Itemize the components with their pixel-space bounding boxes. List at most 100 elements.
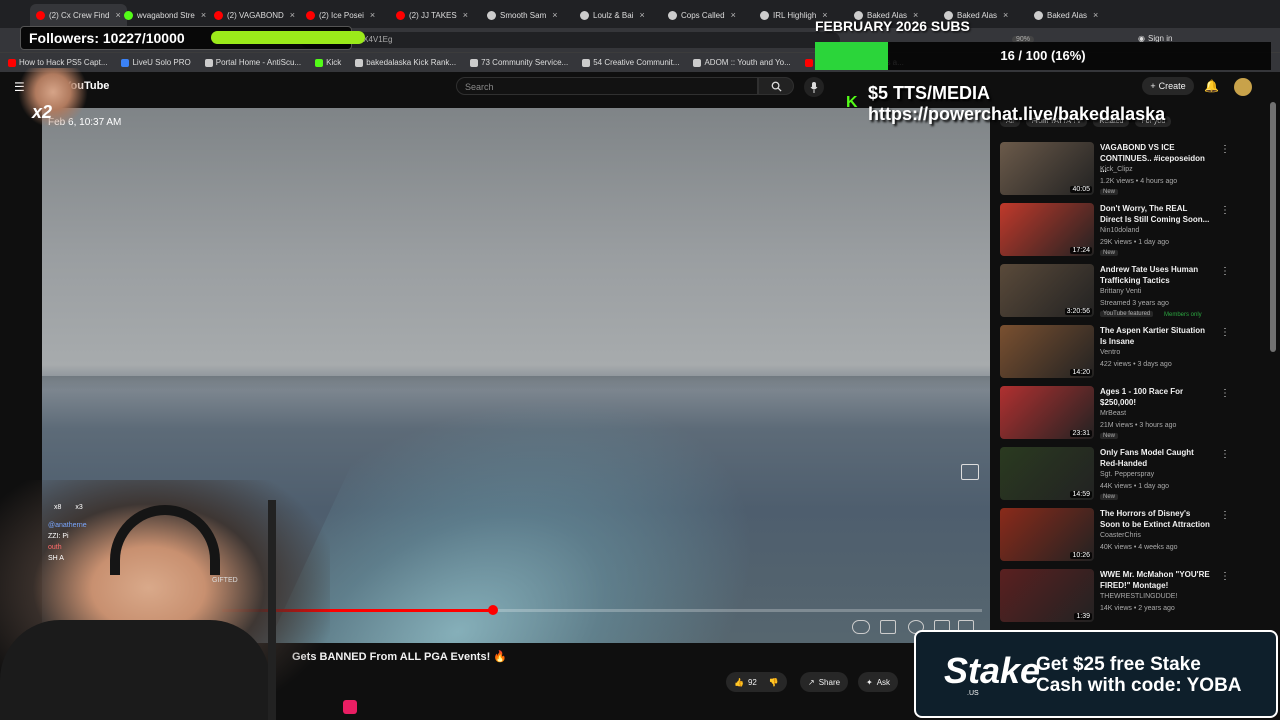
video-thumbnail[interactable]: 3:20:56 [1000, 264, 1094, 317]
search-input[interactable]: Search [456, 77, 758, 95]
recommended-video[interactable]: 3:20:56 Andrew Tate Uses Human Traffickin… [1000, 264, 1260, 320]
bookmark-label: 54 Creative Communit... [593, 58, 680, 67]
tab-label: Smooth Sam [500, 10, 547, 20]
video-thumbnail[interactable]: 14:20 [1000, 325, 1094, 378]
emote-count: x3 [75, 504, 83, 511]
recommended-video[interactable]: 23:31 Ages 1 - 100 Race For $250,000! MrBe… [1000, 386, 1260, 442]
bookmark-label: Portal Home - AntiScu... [215, 58, 302, 67]
bookmark-label: bakedalaska Kick Rank... [366, 58, 457, 67]
tab-favicon-icon [668, 10, 677, 20]
browser-tab[interactable]: Baked Alas × [1034, 4, 1098, 26]
emote-counts: x8 x3 [54, 504, 83, 511]
page-scrollbar[interactable] [1270, 102, 1276, 352]
bookmark-item[interactable]: 73 Community Service... [470, 58, 568, 67]
close-tab-icon[interactable]: × [290, 10, 295, 20]
video-meta: 422 views • 3 days ago [1100, 361, 1172, 368]
browser-tab[interactable]: Smooth Sam × [487, 4, 558, 26]
video-meta: 44K views • 1 day ago [1100, 483, 1169, 490]
video-thumbnail[interactable]: 1:39 [1000, 569, 1094, 622]
captions-icon[interactable] [880, 620, 896, 634]
more-options-icon[interactable]: ⋮ [1220, 571, 1230, 582]
browser-tab[interactable]: wvagabond Stre × [124, 4, 206, 26]
more-options-icon[interactable]: ⋮ [1220, 510, 1230, 521]
followers-progress-bar [211, 31, 365, 44]
bookmark-item[interactable]: ADOM :: Youth and Yo... [693, 58, 791, 67]
recommended-video[interactable]: 40:05 VAGABOND VS ICE CONTINUES.. #icepos… [1000, 142, 1260, 198]
video-thumbnail[interactable]: 23:31 [1000, 386, 1094, 439]
notifications-button[interactable]: 🔔 [1204, 79, 1219, 93]
recommended-video[interactable]: 10:26 The Horrors of Disney's Soon to be … [1000, 508, 1260, 564]
close-tab-icon[interactable]: × [1003, 10, 1008, 20]
browser-tab[interactable]: Loulz & Bai × [580, 4, 645, 26]
close-tab-icon[interactable]: × [370, 10, 375, 20]
recommended-video[interactable]: 17:24 Don't Worry, The REAL Direct Is Sti… [1000, 203, 1260, 259]
video-progress-bar[interactable] [222, 609, 982, 612]
recommended-video-title[interactable]: Don't Worry, The REAL Direct Is Still Co… [1100, 203, 1212, 225]
video-duration: 1:39 [1074, 613, 1092, 620]
recommended-video-title[interactable]: Only Fans Model Caught Red-Handed [1100, 447, 1212, 469]
more-options-icon[interactable]: ⋮ [1220, 388, 1230, 399]
tab-label: (2) Cx Crew Find [49, 10, 110, 20]
recommended-video[interactable]: 1:39 WWE Mr. McMahon "YOU'RE FIRED!" Mont… [1000, 569, 1260, 625]
channel-name[interactable]: Sgt. Pepperspray [1100, 471, 1154, 478]
more-options-icon[interactable]: ⋮ [1220, 266, 1230, 277]
channel-name[interactable]: THEWRESTLINGDUDE! [1100, 593, 1177, 600]
search-button[interactable] [758, 77, 794, 95]
recommended-video-title[interactable]: The Horrors of Disney's Soon to be Extin… [1100, 508, 1212, 530]
ask-button[interactable]: ✦ Ask [858, 672, 899, 692]
bookmark-item[interactable]: Portal Home - AntiScu... [204, 58, 302, 67]
video-thumbnail[interactable]: 17:24 [1000, 203, 1094, 256]
video-thumbnail[interactable]: 10:26 [1000, 508, 1094, 561]
autoplay-toggle[interactable] [852, 620, 870, 634]
close-tab-icon[interactable]: × [731, 10, 736, 20]
close-tab-icon[interactable]: × [115, 10, 120, 20]
create-button[interactable]: + Create [1142, 77, 1194, 95]
close-tab-icon[interactable]: × [201, 10, 206, 20]
video-meta: Streamed 3 years ago [1100, 300, 1169, 307]
browser-tab[interactable]: (2) JJ TAKES × [396, 4, 468, 26]
gifted-label: GIFTED [212, 577, 238, 584]
bookmark-label: 73 Community Service... [481, 58, 569, 67]
voice-search-button[interactable] [804, 77, 824, 97]
more-options-icon[interactable]: ⋮ [1220, 449, 1230, 460]
like-button[interactable]: 👍 92 👎 [726, 672, 787, 692]
channel-name[interactable]: Kick_Clipz [1100, 166, 1133, 173]
share-button[interactable]: ↗ Share [800, 672, 849, 692]
bookmark-item[interactable]: Kick [315, 58, 341, 67]
bookmark-item[interactable]: How to Hack PS5 Capt... [8, 58, 107, 67]
browser-tab[interactable]: (2) Ice Posei × [306, 4, 375, 26]
dislike-button[interactable]: 👎 [769, 678, 779, 687]
channel-name[interactable]: Brittany Venti [1100, 288, 1141, 295]
close-tab-icon[interactable]: × [552, 10, 557, 20]
video-thumbnail[interactable]: 14:59 [1000, 447, 1094, 500]
bookmark-item[interactable]: 54 Creative Communit... [582, 58, 679, 67]
channel-name[interactable]: Ventro [1100, 349, 1120, 356]
browser-tab[interactable]: (2) VAGABOND × [214, 4, 295, 26]
address-bar[interactable]: ksITX4V1Eg [300, 32, 840, 48]
channel-name[interactable]: MrBeast [1100, 410, 1126, 417]
recommended-video-title[interactable]: Ages 1 - 100 Race For $250,000! [1100, 386, 1212, 408]
video-thumbnail[interactable]: 40:05 [1000, 142, 1094, 195]
recommended-video-title[interactable]: The Aspen Kartier Situation Is Insane [1100, 325, 1212, 347]
browser-tab[interactable]: (2) Cx Crew Find × [30, 4, 127, 26]
bookmark-label: How to Hack PS5 Capt... [19, 58, 108, 67]
more-options-icon[interactable]: ⋮ [1220, 327, 1230, 338]
close-tab-icon[interactable]: × [1093, 10, 1098, 20]
progress-scrubber[interactable] [488, 605, 498, 615]
avatar[interactable] [1234, 78, 1252, 96]
recommended-video-title[interactable]: WWE Mr. McMahon "YOU'RE FIRED!" Montage! [1100, 569, 1212, 591]
close-tab-icon[interactable]: × [463, 10, 468, 20]
browser-tab[interactable]: Cops Called × [668, 4, 736, 26]
channel-name[interactable]: Nin10doland [1100, 227, 1139, 234]
recommended-video[interactable]: 14:59 Only Fans Model Caught Red-Handed Sg… [1000, 447, 1260, 503]
bookmark-item[interactable]: LiveU Solo PRO [121, 58, 191, 67]
channel-name[interactable]: CoasterChris [1100, 532, 1141, 539]
tab-favicon-icon [214, 10, 223, 20]
bookmark-item[interactable]: bakedalaska Kick Rank... [355, 58, 456, 67]
more-options-icon[interactable]: ⋮ [1220, 144, 1230, 155]
close-tab-icon[interactable]: × [639, 10, 644, 20]
miniplayer-icon[interactable] [961, 464, 979, 480]
more-options-icon[interactable]: ⋮ [1220, 205, 1230, 216]
recommended-video-title[interactable]: Andrew Tate Uses Human Trafficking Tacti… [1100, 264, 1212, 286]
recommended-video[interactable]: 14:20 The Aspen Kartier Situation Is Insa… [1000, 325, 1260, 381]
